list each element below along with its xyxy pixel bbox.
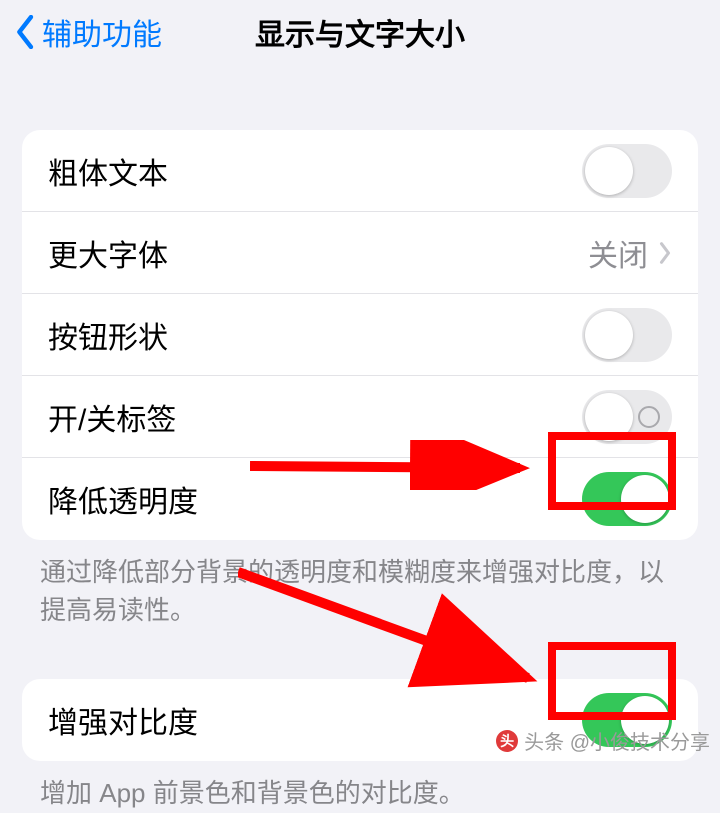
toggle-reduce-transparency[interactable] — [582, 472, 672, 526]
row-button-shapes[interactable]: 按钮形状 — [22, 294, 698, 376]
row-value-text: 关闭 — [588, 231, 648, 275]
row-on-off-labels[interactable]: 开/关标签 — [22, 376, 698, 458]
watermark-icon: 头 — [496, 730, 518, 752]
row-label: 开/关标签 — [48, 395, 176, 439]
chevron-right-icon — [658, 241, 672, 265]
settings-group-1: 粗体文本 更大字体 关闭 按钮形状 开/关标签 降低透明度 — [22, 130, 698, 540]
toggle-knob — [585, 311, 633, 359]
chevron-left-icon — [16, 15, 36, 49]
back-label: 辅助功能 — [42, 10, 162, 54]
row-label: 更大字体 — [48, 231, 168, 275]
watermark-text: 头条 @小俊技术分享 — [524, 726, 710, 755]
watermark: 头 头条 @小俊技术分享 — [496, 726, 710, 755]
toggle-knob — [621, 475, 669, 523]
toggle-bold-text[interactable] — [582, 144, 672, 198]
toggle-knob — [585, 393, 633, 441]
spacer — [0, 629, 720, 679]
on-off-ring-icon — [638, 406, 660, 428]
row-label: 降低透明度 — [48, 477, 198, 521]
group-footer-1: 通过降低部分背景的透明度和模糊度来增强对比度，以提高易读性。 — [40, 554, 680, 629]
toggle-knob — [585, 147, 633, 195]
row-larger-text[interactable]: 更大字体 关闭 — [22, 212, 698, 294]
row-label: 按钮形状 — [48, 313, 168, 357]
row-bold-text[interactable]: 粗体文本 — [22, 130, 698, 212]
row-label: 增强对比度 — [48, 698, 198, 742]
row-label: 粗体文本 — [48, 149, 168, 193]
toggle-button-shapes[interactable] — [582, 308, 672, 362]
group-footer-2: 增加 App 前景色和背景色的对比度。 — [40, 775, 680, 813]
row-reduce-transparency[interactable]: 降低透明度 — [22, 458, 698, 540]
back-button[interactable]: 辅助功能 — [16, 0, 162, 64]
row-value: 关闭 — [588, 231, 672, 275]
nav-header: 辅助功能 显示与文字大小 — [0, 0, 720, 64]
toggle-on-off-labels[interactable] — [582, 390, 672, 444]
page-title: 显示与文字大小 — [255, 10, 465, 54]
